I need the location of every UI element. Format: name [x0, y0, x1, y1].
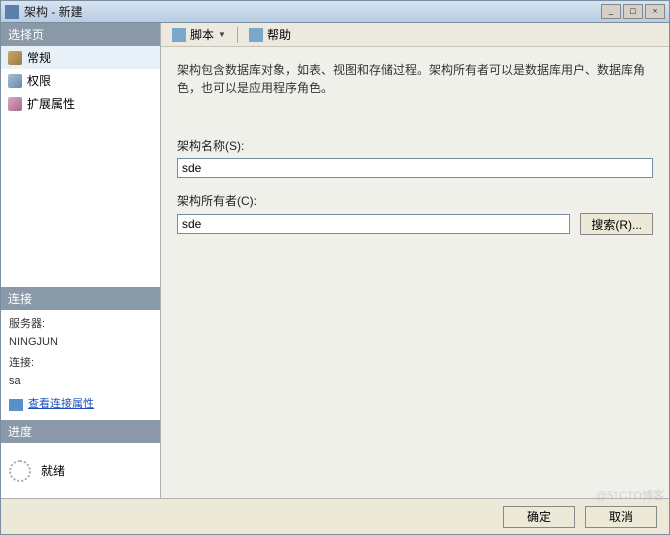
minimize-button[interactable]: _ — [601, 4, 621, 19]
connection-label: 连接: — [9, 355, 152, 373]
sidebar: 选择页 常规 权限 扩展属性 连接 服务器: NINGJUN — [1, 23, 161, 498]
nav-label: 扩展属性 — [27, 95, 75, 112]
nav-label: 权限 — [27, 72, 51, 89]
nav-item-extended-properties[interactable]: 扩展属性 — [1, 92, 160, 115]
progress-panel: 就绪 — [1, 443, 160, 498]
search-button[interactable]: 搜索(R)... — [580, 213, 653, 235]
description-text: 架构包含数据库对象，如表、视图和存储过程。架构所有者可以是数据库用户、数据库角色… — [177, 61, 653, 97]
dialog-footer: 确定 取消 — [1, 498, 669, 534]
script-icon — [172, 28, 186, 42]
cancel-button[interactable]: 取消 — [585, 506, 657, 528]
window-title: 架构 - 新建 — [24, 3, 601, 20]
nav-label: 常规 — [27, 49, 51, 66]
connection-value: sa — [9, 373, 152, 391]
link-text: 查看连接属性 — [28, 396, 94, 414]
nav-spacer — [1, 115, 160, 287]
schema-owner-label: 架构所有者(C): — [177, 192, 653, 209]
nav-item-general[interactable]: 常规 — [1, 46, 160, 69]
nav-item-permissions[interactable]: 权限 — [1, 69, 160, 92]
title-bar: 架构 - 新建 _ □ × — [1, 1, 669, 23]
script-label: 脚本 — [190, 26, 214, 43]
chevron-down-icon: ▼ — [218, 30, 226, 39]
schema-owner-input[interactable] — [177, 214, 570, 234]
app-icon — [5, 5, 19, 19]
connection-header: 连接 — [1, 287, 160, 310]
server-label: 服务器: — [9, 316, 152, 334]
dialog-body: 选择页 常规 权限 扩展属性 连接 服务器: NINGJUN — [1, 23, 669, 498]
help-label: 帮助 — [267, 26, 291, 43]
connection-info: 服务器: NINGJUN 连接: sa 查看连接属性 — [1, 310, 160, 420]
toolbar: 脚本 ▼ 帮助 — [161, 23, 669, 47]
view-connection-properties-link[interactable]: 查看连接属性 — [9, 396, 152, 414]
general-icon — [8, 51, 22, 65]
schema-name-label: 架构名称(S): — [177, 137, 653, 154]
schema-owner-field: 架构所有者(C): 搜索(R)... — [177, 192, 653, 235]
progress-spinner-icon — [9, 460, 31, 482]
content-area: 架构包含数据库对象，如表、视图和存储过程。架构所有者可以是数据库用户、数据库角色… — [161, 47, 669, 498]
schema-name-field: 架构名称(S): — [177, 137, 653, 178]
help-icon — [249, 28, 263, 42]
select-page-header: 选择页 — [1, 23, 160, 46]
close-button[interactable]: × — [645, 4, 665, 19]
schema-name-input[interactable] — [177, 158, 653, 178]
toolbar-separator — [237, 27, 238, 43]
extended-props-icon — [8, 97, 22, 111]
progress-header: 进度 — [1, 420, 160, 443]
progress-status: 就绪 — [41, 462, 65, 479]
script-button[interactable]: 脚本 ▼ — [167, 25, 231, 44]
ok-button[interactable]: 确定 — [503, 506, 575, 528]
main-panel: 脚本 ▼ 帮助 架构包含数据库对象，如表、视图和存储过程。架构所有者可以是数据库… — [161, 23, 669, 498]
maximize-button[interactable]: □ — [623, 4, 643, 19]
window-controls: _ □ × — [601, 4, 665, 19]
dialog-window: 架构 - 新建 _ □ × 选择页 常规 权限 扩展属性 — [0, 0, 670, 535]
connection-props-icon — [9, 399, 23, 411]
server-value: NINGJUN — [9, 334, 152, 352]
nav-list: 常规 权限 扩展属性 — [1, 46, 160, 115]
permissions-icon — [8, 74, 22, 88]
help-button[interactable]: 帮助 — [244, 25, 296, 44]
